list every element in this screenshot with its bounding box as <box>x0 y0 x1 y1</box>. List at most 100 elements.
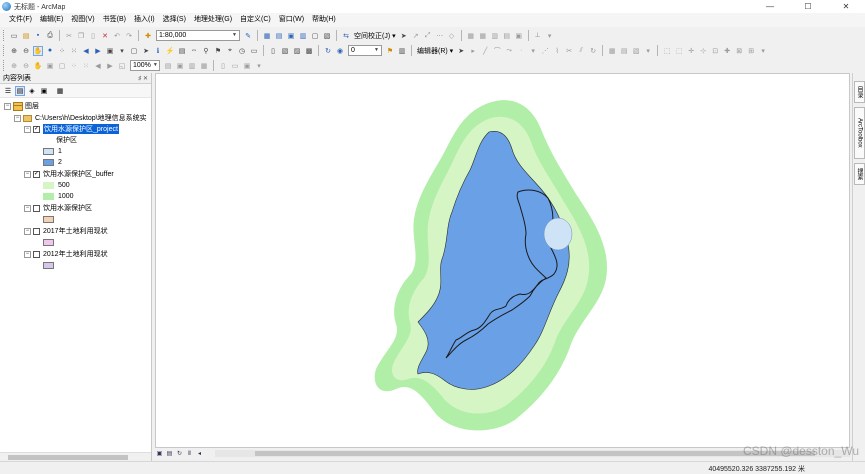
reshape-icon[interactable]: ⌇ <box>552 46 562 56</box>
menu-bookmarks[interactable]: 书签(B) <box>99 13 130 27</box>
layout-zoom-out-icon[interactable]: ⊖ <box>21 61 31 71</box>
close-button[interactable]: ✕ <box>827 0 865 13</box>
legend-class-row[interactable]: 1 <box>43 146 62 156</box>
legend-swatch[interactable] <box>43 181 54 189</box>
clear-rotation-icon[interactable]: ◉ <box>335 46 345 56</box>
rotation-angle-input[interactable]: 0 ▼ <box>348 45 382 56</box>
dock-tab-search[interactable]: 搜索 <box>854 163 865 185</box>
collapse-icon[interactable]: − <box>24 250 31 258</box>
print-preview-icon[interactable]: ▣ <box>242 61 252 71</box>
toc-options-icon[interactable]: ▦ <box>55 86 65 96</box>
back-extent-icon[interactable]: ◀ <box>81 46 91 56</box>
menu-insert[interactable]: 插入(I) <box>130 13 159 27</box>
topology-edit-icon[interactable]: ⬚ <box>662 46 672 56</box>
edit-annotation-icon[interactable]: ▸ <box>468 46 478 56</box>
map-display[interactable] <box>155 73 850 448</box>
minimize-button[interactable]: — <box>751 0 789 13</box>
copy-icon[interactable]: ❐ <box>76 31 86 41</box>
layer-visibility-checkbox[interactable] <box>33 204 40 212</box>
menu-selection[interactable]: 选择(S) <box>159 13 190 27</box>
layout-view-tab-icon[interactable]: ▤ <box>165 449 174 457</box>
select-elements-icon[interactable]: ➤ <box>141 46 151 56</box>
flag-icon[interactable]: ⚑ <box>385 46 395 56</box>
layer-visibility-checkbox[interactable]: ✓ <box>33 170 40 178</box>
swipe-icon[interactable]: ▧ <box>280 46 290 56</box>
layout-fixed-out-icon[interactable]: ⁙ <box>81 61 91 71</box>
toc-pin-close-icon[interactable]: ♯ ✕ <box>138 75 148 82</box>
data-driven-pages-icon[interactable]: ▦ <box>199 61 209 71</box>
table-icon[interactable]: ▦ <box>262 31 272 41</box>
dropdown-more-icon[interactable]: ▾ <box>545 31 555 41</box>
collapse-icon[interactable]: − <box>4 102 11 110</box>
chevron-down-icon[interactable]: ▾ <box>643 46 653 56</box>
identify-icon[interactable]: ℹ <box>153 46 163 56</box>
menu-customize[interactable]: 自定义(C) <box>236 13 275 27</box>
flicker-icon[interactable]: ▨ <box>292 46 302 56</box>
straight-segment-icon[interactable]: ╱ <box>480 46 490 56</box>
add-data-icon[interactable]: ✚ <box>143 31 153 41</box>
find-route-icon[interactable]: ⚑ <box>213 46 223 56</box>
chevron-down-icon[interactable]: ▾ <box>254 61 264 71</box>
select-features-icon[interactable]: ▣ <box>105 46 115 56</box>
draft-mode-icon[interactable]: ▤ <box>163 61 173 71</box>
scrollbar-thumb[interactable] <box>8 454 128 460</box>
validate-icon[interactable]: ⊡ <box>710 46 720 56</box>
chevron-down-icon[interactable]: ▾ <box>528 46 538 56</box>
go-to-xy-icon[interactable]: ⌖ <box>225 46 235 56</box>
create-features-icon[interactable]: ▧ <box>631 46 641 56</box>
print-icon[interactable]: ⎙ <box>45 31 55 41</box>
legend-symbol-row[interactable] <box>43 214 58 224</box>
redo-icon[interactable]: ↷ <box>124 31 134 41</box>
delete-icon[interactable]: ✕ <box>100 31 110 41</box>
edit-vertices-icon[interactable]: ⋰ <box>540 46 550 56</box>
python-icon[interactable]: ▢ <box>310 31 320 41</box>
maximize-button[interactable]: ☐ <box>789 0 827 13</box>
fixed-zoom-out-icon[interactable]: ⁙ <box>69 46 79 56</box>
layout-zoom-select[interactable]: 100% ▼ <box>130 60 160 71</box>
rotate-icon[interactable]: ↻ <box>323 46 333 56</box>
collapse-icon[interactable]: − <box>24 125 31 133</box>
find-icon[interactable]: ⚲ <box>201 46 211 56</box>
rubbersheet-icon[interactable]: ▤ <box>502 31 512 41</box>
layout-forward-icon[interactable]: ▶ <box>105 61 115 71</box>
identity-link-icon[interactable]: ◇ <box>447 31 457 41</box>
time-slider-icon[interactable]: ◷ <box>237 46 247 56</box>
preview-icon[interactable]: ▣ <box>514 31 524 41</box>
catalog-icon[interactable]: ▤ <box>274 31 284 41</box>
zoom-whole-page-icon[interactable]: ▣ <box>45 61 55 71</box>
layer-row-buffer[interactable]: − ✓ 饮用水源保护区_buffer <box>24 169 114 179</box>
viewer-window-icon[interactable]: ▭ <box>249 46 259 56</box>
legend-swatch[interactable] <box>43 147 54 155</box>
scrollbar-thumb[interactable] <box>255 450 815 456</box>
menu-view[interactable]: 视图(V) <box>67 13 98 27</box>
editor-toolbar-icon[interactable]: ✎ <box>243 31 253 41</box>
legend-class-row[interactable]: 2 <box>43 157 62 167</box>
zoom-out-icon[interactable]: ⊖ <box>21 46 31 56</box>
attributes-window-icon[interactable]: ▦ <box>607 46 617 56</box>
legend-symbol-row[interactable] <box>43 237 58 247</box>
collapse-icon[interactable]: − <box>14 114 21 122</box>
toolbar-grip[interactable] <box>3 60 6 71</box>
save-icon[interactable]: ▪ <box>33 31 43 41</box>
layout-zoom-percent-icon[interactable]: ◱ <box>117 61 127 71</box>
menu-windows[interactable]: 窗口(W) <box>275 13 308 27</box>
pause-drawing-icon[interactable]: Ⅱ <box>185 449 194 457</box>
point-icon[interactable]: · <box>516 46 526 56</box>
limited-adjust-icon[interactable]: ▦ <box>478 31 488 41</box>
measure-icon[interactable]: ⇔ <box>189 46 199 56</box>
dock-tab-catalog[interactable]: 目录 <box>854 81 865 103</box>
trace-icon[interactable]: ⤳ <box>504 46 514 56</box>
refresh-icon[interactable]: ↻ <box>175 449 184 457</box>
attribute-transfer-icon[interactable]: ⟂ <box>533 31 543 41</box>
map-scale-select[interactable]: 1:80,000 ▼ <box>156 30 240 41</box>
chevron-down-icon[interactable]: ▾ <box>117 46 127 56</box>
toolbar-grip[interactable] <box>3 30 6 41</box>
toolbar-grip[interactable] <box>3 45 6 56</box>
forward-extent-icon[interactable]: ▶ <box>93 46 103 56</box>
modelbuilder-icon[interactable]: ▧ <box>322 31 332 41</box>
data-view-icon[interactable]: ▣ <box>155 449 164 457</box>
new-displacement-link-icon[interactable]: ↗ <box>411 31 421 41</box>
sketch-properties-icon[interactable]: ▤ <box>619 46 629 56</box>
layout-view-icon[interactable]: ▯ <box>268 46 278 56</box>
attribute-icon[interactable]: ▥ <box>397 46 407 56</box>
